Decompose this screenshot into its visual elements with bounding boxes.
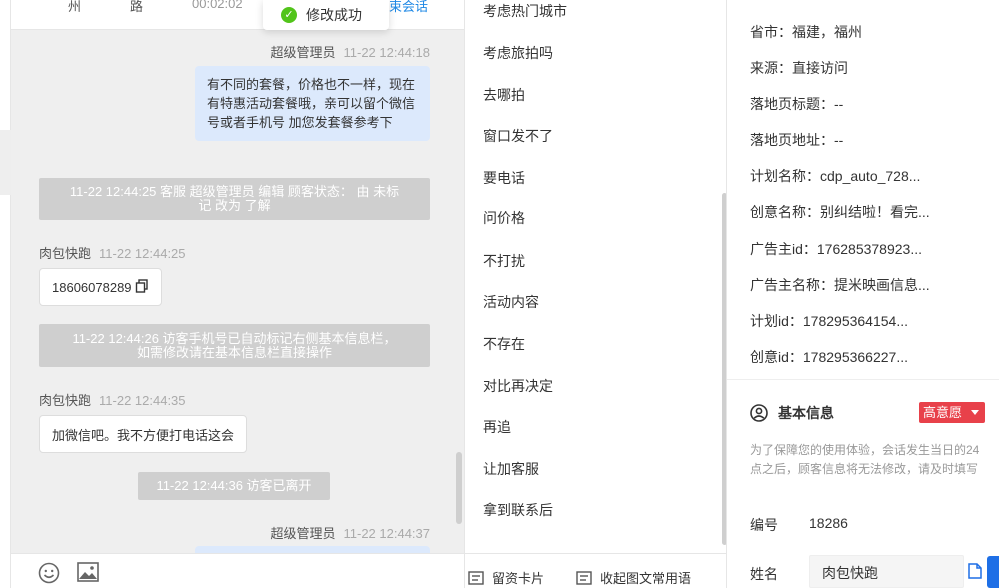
leave-card-label: 留资卡片 [492, 571, 545, 586]
success-toast: ✓ 修改成功 [263, 0, 389, 30]
quick-reply-item[interactable]: 去哪拍 [483, 85, 525, 105]
info-plan-name: 计划名称：cdp_auto_728... [750, 168, 921, 184]
info-province: 省市：福建，福州 [750, 24, 862, 40]
system-notice-line: 如需修改请在基本信息栏直接操作 [136, 345, 332, 360]
visitor-message-bubble: 加微信吧。我不方便打电话这会 [39, 415, 248, 453]
info-advertiser-id: 广告主id：176285378923... [750, 241, 922, 257]
message-meta: 超级管理员 11-22 12:44:18 [270, 42, 430, 61]
message-time: 11-22 12:44:37 [343, 526, 431, 541]
info-plan-id: 计划id：178295364154... [750, 313, 908, 329]
system-notice: 11-22 12:44:36 访客已离开 [138, 472, 330, 500]
left-nav-sliver [0, 0, 11, 588]
quick-reply-item[interactable]: 考虑旅拍吗 [483, 43, 553, 63]
agent-message-bubble: 有不同的套餐，价格也不一样，现在有特惠活动套餐哦，亲可以留个微信号或者手机号 加… [195, 66, 430, 141]
name-input[interactable]: 肉包快跑 [809, 555, 964, 588]
info-advertiser-name: 广告主名称：提米映画信息... [750, 277, 930, 293]
quick-reply-item[interactable]: 不存在 [483, 334, 525, 354]
end-session-link[interactable]: 束会话 [389, 0, 428, 15]
chat-panel: 州 路 00:02:02 束会话 ✓ 修改成功 超级管理员 11-22 12:44… [11, 0, 464, 553]
toast-text: 修改成功 [306, 7, 362, 23]
quick-reply-item[interactable]: 考虑热门城市 [483, 1, 567, 21]
sender-name: 超级管理员 [270, 526, 336, 541]
info-creative-id: 创意id：178295366227... [750, 349, 908, 365]
quick-reply-panel: 考虑热门城市 考虑旅拍吗 去哪拍 窗口发不了 要电话 问价格 不打扰 活动内容 … [464, 0, 727, 553]
quick-reply-item[interactable]: 再追 [483, 417, 511, 437]
emoji-icon[interactable] [38, 562, 60, 588]
quick-reply-item[interactable]: 对比再决定 [483, 376, 553, 396]
visitor-message-bubble: 18606078289 [39, 268, 162, 306]
leave-card-button[interactable]: 留资卡片 [468, 568, 544, 587]
section-title-text: 基本信息 [778, 405, 834, 421]
chat-scrollbar[interactable] [456, 452, 462, 524]
intent-dropdown[interactable]: 高意愿 [919, 402, 985, 423]
info-landing-url: 落地页地址：-- [750, 132, 844, 148]
quick-reply-item[interactable]: 让加客服 [483, 459, 539, 479]
side-tab-strip[interactable] [987, 556, 999, 588]
name-label: 姓名 [750, 566, 778, 582]
system-notice-line: 11-22 12:44:25 客服 超级管理员 编辑 顾客状态： 由 未标 [69, 184, 400, 199]
message-time: 11-22 12:44:18 [343, 45, 431, 60]
card-icon [576, 570, 592, 585]
quick-reply-item[interactable]: 拿到联系后 [483, 500, 553, 520]
session-duration: 00:02:02 [192, 0, 243, 11]
chat-input-toolbar [11, 553, 464, 588]
system-notice-line: 11-22 12:44:26 访客手机号已自动标记右侧基本信息栏， [72, 331, 397, 346]
sender-name: 肉包快跑 [39, 393, 92, 408]
image-icon[interactable] [77, 562, 99, 587]
check-circle-icon: ✓ [281, 7, 297, 23]
collapse-phrases-button[interactable]: 收起图文常用语 [576, 568, 691, 587]
quick-reply-footer: 留资卡片 收起图文常用语 [464, 553, 727, 588]
message-time: 11-22 12:44:35 [99, 393, 186, 408]
phone-number-text: 18606078289 [52, 279, 132, 295]
quick-reply-item[interactable]: 问价格 [483, 208, 525, 228]
nav-selected-shade [0, 130, 11, 195]
quick-reply-item[interactable]: 要电话 [483, 168, 525, 188]
message-meta: 肉包快跑 11-22 12:44:35 [39, 390, 186, 409]
system-notice-line: 记 改为 了解 [198, 198, 271, 213]
basic-info-heading: 基本信息 [750, 403, 834, 423]
quick-reply-item[interactable]: 不打扰 [483, 251, 525, 271]
caret-down-icon [971, 410, 979, 415]
document-icon[interactable] [968, 563, 982, 584]
agent-message-bubble [195, 546, 430, 553]
message-time: 11-22 12:44:25 [99, 246, 186, 261]
user-circle-icon [750, 404, 768, 422]
quick-reply-item[interactable]: 窗口发不了 [483, 126, 553, 146]
system-notice: 11-22 12:44:25 客服 超级管理员 编辑 顾客状态： 由 未标 记 … [39, 178, 430, 220]
info-landing-title: 落地页标题：-- [750, 96, 844, 112]
sender-name: 肉包快跑 [39, 246, 92, 261]
info-creative-name: 创意名称：别纠结啦！看完... [750, 204, 930, 220]
intent-label: 高意愿 [923, 405, 963, 420]
sender-name: 超级管理员 [270, 45, 336, 60]
edit-notice: 为了保障您的使用体验，会话发生当日的24点之后，顾客信息将无法修改，请及时填写 [750, 443, 980, 476]
collapse-phrases-label: 收起图文常用语 [600, 571, 692, 586]
section-divider [727, 379, 999, 380]
system-notice: 11-22 12:44:26 访客手机号已自动标记右侧基本信息栏， 如需修改请在… [39, 324, 430, 367]
card-icon [468, 570, 484, 585]
customer-info-panel: 省市：福建，福州 来源：直接访问 落地页标题：-- 落地页地址：-- 计划名称：… [727, 0, 999, 588]
message-meta: 肉包快跑 11-22 12:44:25 [39, 243, 186, 262]
number-label: 编号 [750, 517, 778, 533]
copy-icon[interactable] [135, 278, 149, 296]
session-road: 路 [130, 0, 144, 14]
quick-reply-item[interactable]: 活动内容 [483, 292, 539, 312]
session-row[interactable]: 州 路 00:02:02 束会话 [11, 0, 464, 30]
info-source: 来源：直接访问 [750, 60, 848, 76]
number-value: 18286 [809, 515, 848, 531]
session-city: 州 [68, 0, 82, 14]
message-meta: 超级管理员 11-22 12:44:37 [270, 523, 430, 542]
